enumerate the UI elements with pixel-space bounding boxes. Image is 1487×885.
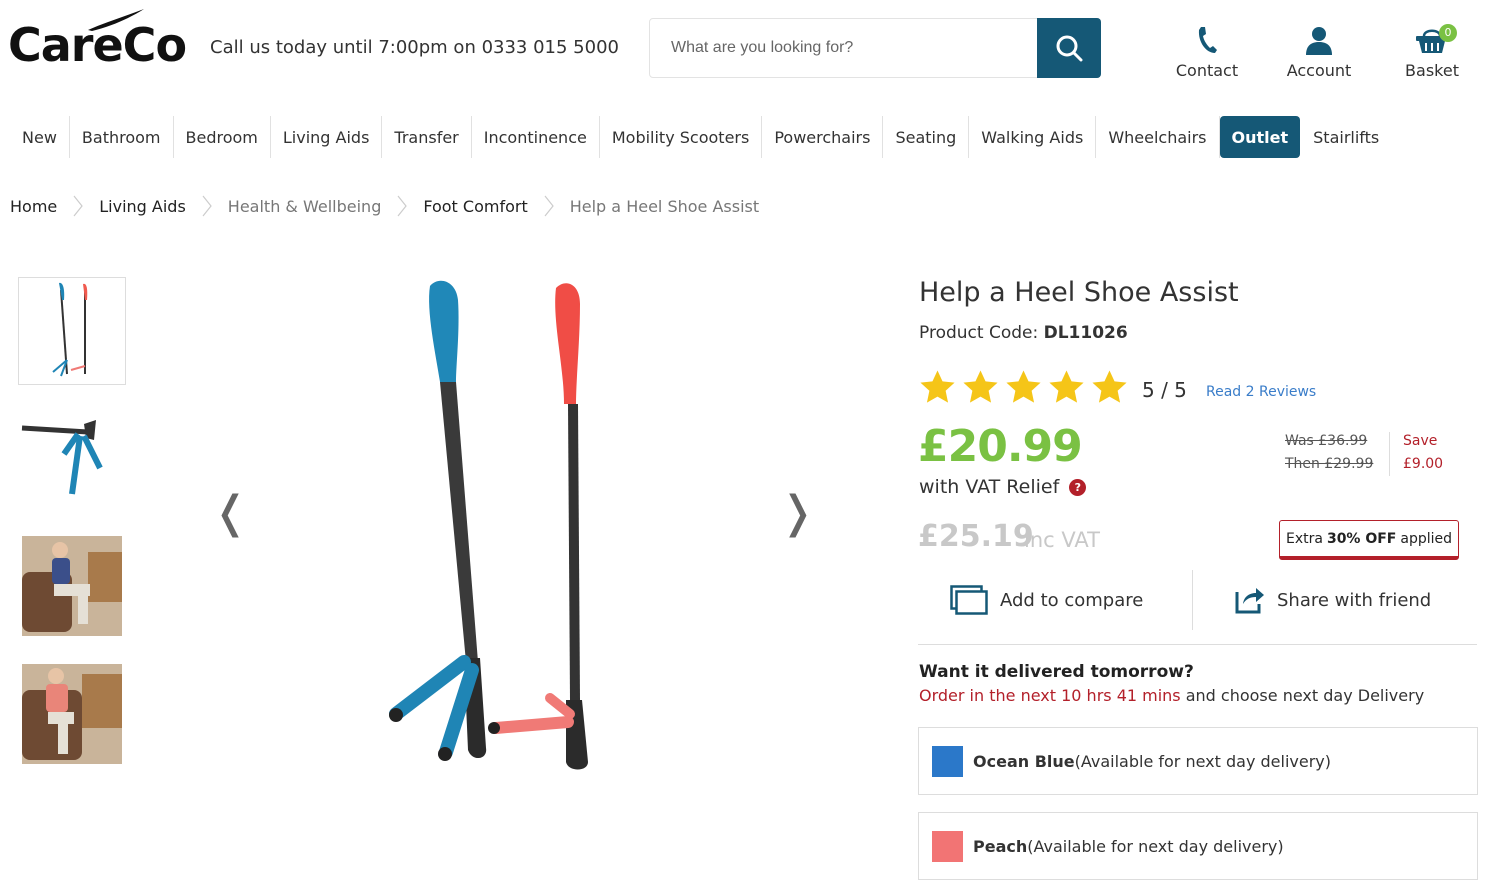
vat-relief-label: with VAT Relief: [919, 476, 1060, 498]
nav-item-mobility-scooters[interactable]: Mobility Scooters: [600, 116, 763, 158]
basket-link[interactable]: 0 Basket: [1387, 22, 1477, 80]
star-icon: [920, 370, 955, 403]
then-price: Then £29.99: [1285, 456, 1374, 472]
chevron-right-icon: [57, 194, 99, 218]
nav-item-stairlifts[interactable]: Stairlifts: [1301, 116, 1391, 158]
price-divider: [1389, 432, 1390, 476]
nav-item-walking-aids[interactable]: Walking Aids: [969, 116, 1097, 158]
nav-item-wheelchairs[interactable]: Wheelchairs: [1096, 116, 1220, 158]
breadcrumb-home[interactable]: Home: [10, 197, 57, 216]
share-icon: [1235, 588, 1264, 614]
search-button[interactable]: [1037, 18, 1101, 78]
variant-availability: (Available for next day delivery): [1027, 836, 1284, 856]
product-title: Help a Heel Shoe Assist: [919, 277, 1239, 308]
add-to-compare-label: Add to compare: [1000, 589, 1144, 611]
was-price: Was £36.99: [1285, 433, 1368, 449]
variant-option-peach[interactable]: Peach (Available for next day delivery): [918, 812, 1478, 880]
product-code-value: DL11026: [1043, 323, 1128, 343]
account-label: Account: [1286, 61, 1352, 80]
star-icon: [1049, 370, 1084, 403]
nav-item-incontinence[interactable]: Incontinence: [472, 116, 600, 158]
variant-name: Peach: [973, 836, 1028, 856]
contact-link[interactable]: Contact: [1162, 22, 1252, 80]
star-rating: [918, 368, 1129, 407]
basket-count-badge: 0: [1439, 24, 1457, 42]
nav-item-powerchairs[interactable]: Powerchairs: [762, 116, 884, 158]
logo-text: CareCo: [8, 18, 187, 72]
nav-item-transfer[interactable]: Transfer: [382, 116, 472, 158]
user-icon: [1306, 27, 1332, 55]
compare-icon: [950, 585, 988, 615]
variant-option-ocean-blue[interactable]: Ocean Blue (Available for next day delive…: [918, 727, 1478, 795]
search-icon: [1056, 35, 1083, 62]
delivery-suffix: and choose next day Delivery: [1180, 686, 1425, 705]
inc-vat-label: inc VAT: [1024, 528, 1100, 552]
nav-item-bathroom[interactable]: Bathroom: [70, 116, 174, 158]
nav-item-outlet[interactable]: Outlet: [1219, 116, 1301, 158]
nav-item-new[interactable]: New: [10, 116, 70, 158]
action-divider: [1192, 570, 1193, 630]
extra-discount-amount: 30% OFF: [1326, 530, 1397, 547]
phone-icon: [1198, 27, 1217, 53]
thumbnail-1[interactable]: [18, 277, 126, 385]
share-with-friend-button[interactable]: Share with friend: [1235, 572, 1431, 628]
breadcrumb-current: Help a Heel Shoe Assist: [569, 196, 760, 216]
vat-relief: with VAT Relief ?: [919, 476, 1087, 498]
product-thumbnail-image: [22, 664, 122, 764]
extra-discount-badge: Extra 30% OFF applied: [1279, 520, 1459, 560]
rating-score: 5 / 5: [1142, 378, 1187, 402]
gallery-next-arrow[interactable]: ❭: [779, 488, 816, 538]
colour-swatch: [932, 745, 963, 777]
inc-vat-price: £25.19: [918, 519, 1034, 554]
search-input[interactable]: [650, 19, 1038, 77]
main-nav: New Bathroom Bedroom Living Aids Transfe…: [10, 116, 1391, 158]
gallery-prev-arrow[interactable]: ❬: [212, 488, 249, 538]
breadcrumb: Home Living Aids Health & Wellbeing Foot…: [10, 194, 759, 218]
nav-item-living-aids[interactable]: Living Aids: [271, 116, 383, 158]
basket-label: Basket: [1405, 61, 1459, 80]
breadcrumb-health-wellbeing[interactable]: Health & Wellbeing: [228, 197, 382, 216]
save-label: Save: [1403, 433, 1438, 449]
variant-availability: (Available for next day delivery): [1074, 751, 1331, 771]
star-icon: [1092, 370, 1127, 403]
product-price: £20.99: [918, 421, 1083, 472]
chevron-right-icon: [381, 194, 423, 218]
thumbnail-3[interactable]: [18, 532, 126, 640]
thumbnail-2[interactable]: [18, 404, 126, 512]
delivery-countdown: Order in the next 10 hrs 41 mins: [919, 686, 1181, 705]
delivery-heading: Want it delivered tomorrow?: [919, 662, 1194, 682]
product-thumbnail-image: [22, 536, 122, 636]
read-reviews-link[interactable]: Read 2 Reviews: [1206, 384, 1316, 400]
variant-name: Ocean Blue: [973, 751, 1075, 771]
contact-label: Contact: [1175, 61, 1239, 80]
product-code: Product Code: DL11026: [919, 323, 1128, 343]
breadcrumb-living-aids[interactable]: Living Aids: [99, 197, 186, 216]
star-icon: [963, 370, 998, 403]
careco-logo[interactable]: CareCo: [8, 8, 187, 72]
help-icon[interactable]: ?: [1069, 478, 1087, 496]
delivery-text: Order in the next 10 hrs 41 mins and cho…: [919, 686, 1424, 705]
thumbnail-4[interactable]: [18, 660, 126, 768]
save-amount: £9.00: [1403, 456, 1444, 472]
account-link[interactable]: Account: [1274, 22, 1364, 80]
product-code-label: Product Code:: [919, 323, 1039, 343]
nav-item-seating[interactable]: Seating: [883, 116, 970, 158]
breadcrumb-foot-comfort[interactable]: Foot Comfort: [423, 197, 527, 216]
star-icon: [1006, 370, 1041, 403]
section-divider: [918, 644, 1477, 645]
add-to-compare-button[interactable]: Add to compare: [950, 572, 1143, 628]
extra-discount-prefix: Extra: [1285, 530, 1323, 547]
colour-swatch: [932, 830, 963, 862]
share-with-friend-label: Share with friend: [1277, 589, 1432, 611]
extra-discount-suffix: applied: [1400, 530, 1453, 547]
search-box: [649, 18, 1101, 78]
call-us-text: Call us today until 7:00pm on 0333 015 5…: [210, 37, 619, 58]
product-main-image: [389, 280, 588, 770]
nav-item-bedroom[interactable]: Bedroom: [174, 116, 271, 158]
product-thumbnail-image: [19, 278, 125, 384]
chevron-right-icon: [186, 194, 228, 218]
product-thumbnail-image: [18, 404, 126, 512]
chevron-right-icon: [528, 194, 570, 218]
